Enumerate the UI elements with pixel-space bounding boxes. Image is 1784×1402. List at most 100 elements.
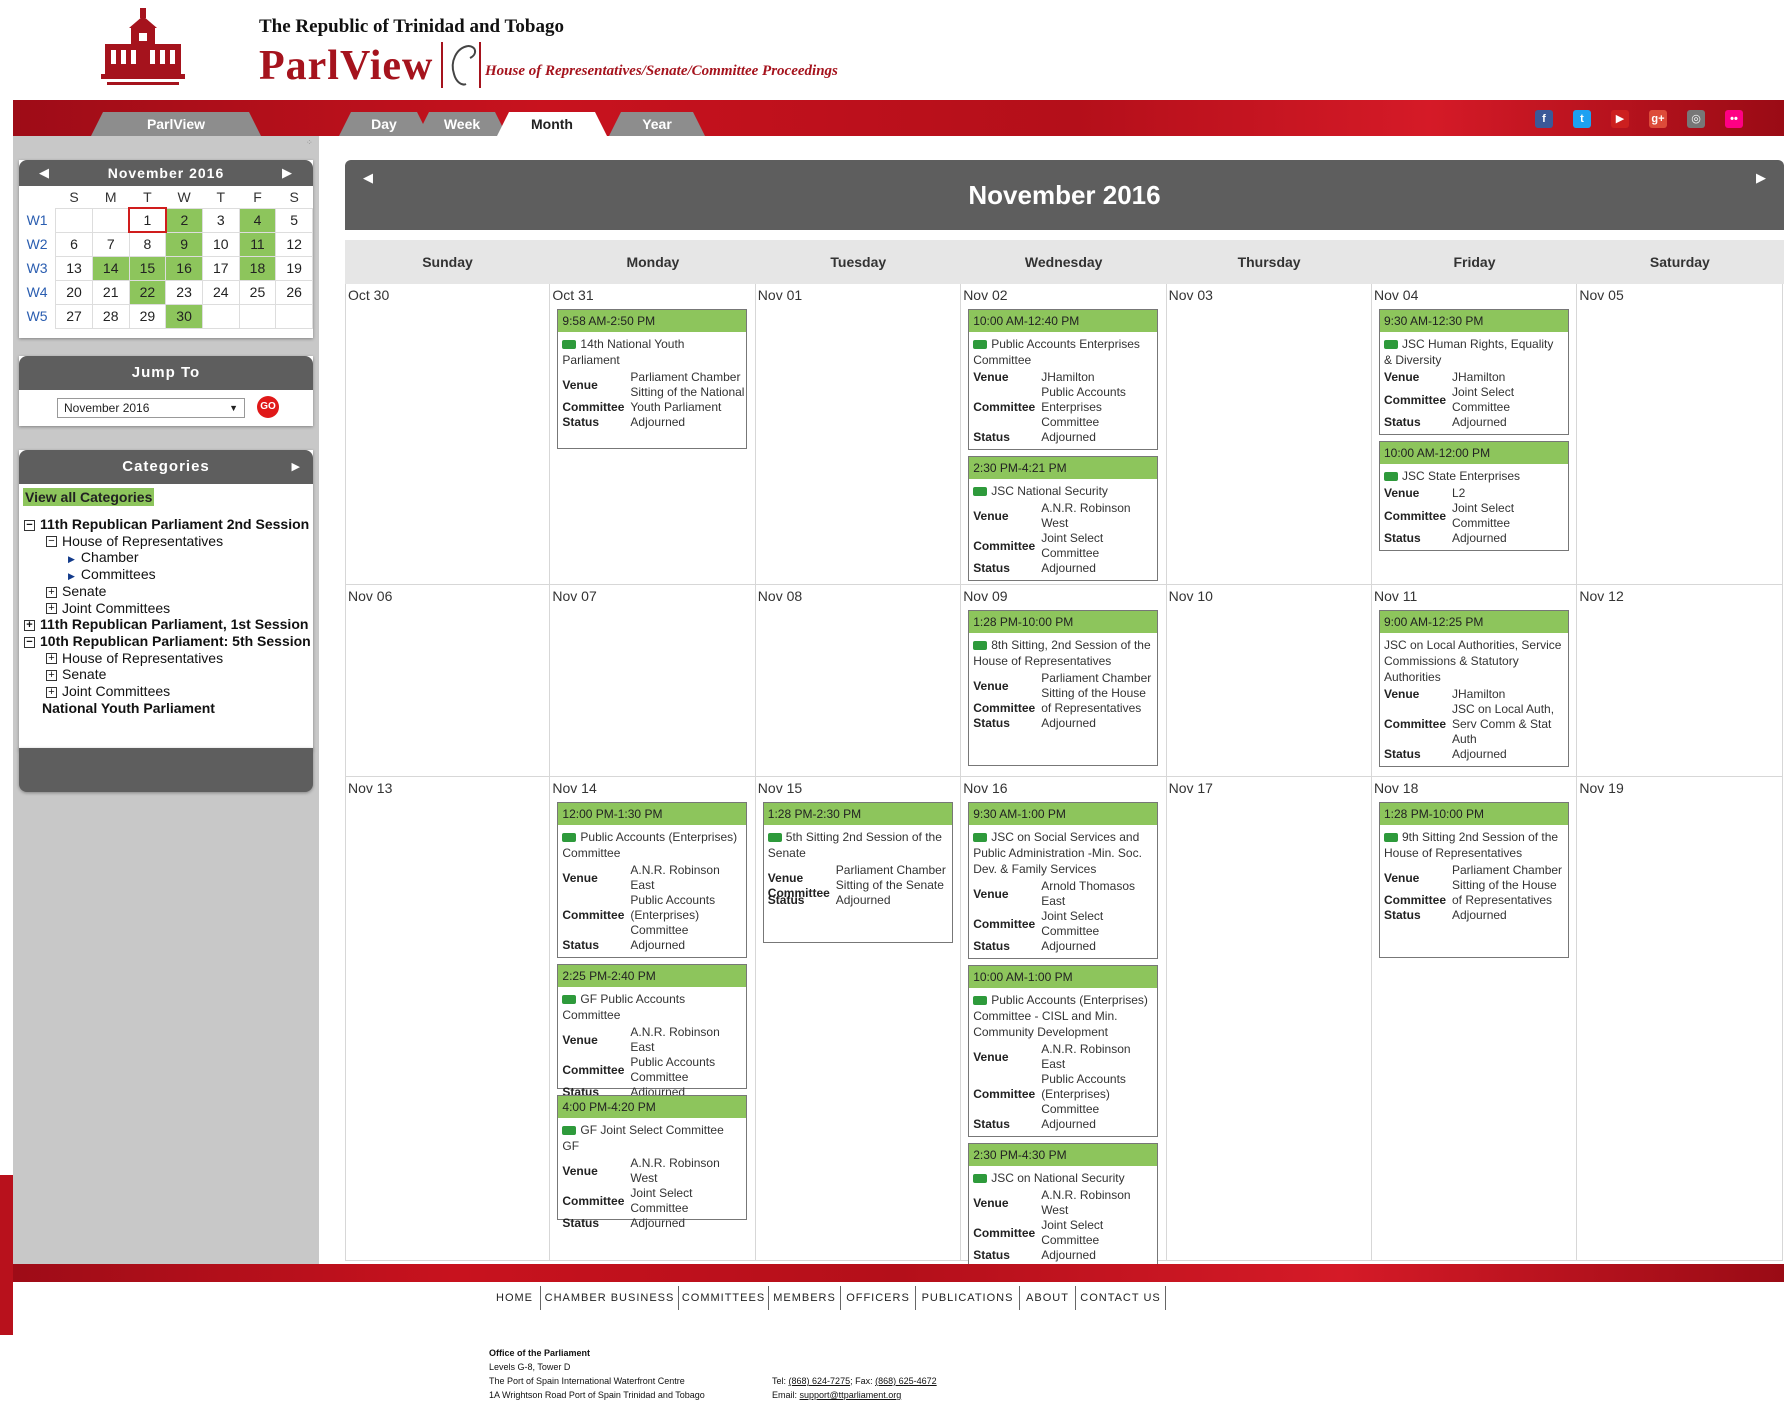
day-cell[interactable]: Nov 10 (1166, 585, 1372, 777)
day-cell[interactable]: Nov 09 1:28 PM-10:00 PM 8th Sitting, 2nd S… (961, 585, 1167, 777)
category-item[interactable]: + House of Representatives (46, 650, 223, 666)
instagram-icon[interactable]: ◎ (1687, 110, 1705, 128)
expand-box-icon[interactable]: + (46, 603, 57, 615)
event-card[interactable]: 1:28 PM-2:30 PM 5th Sitting 2nd Session o… (762, 802, 953, 943)
footer-link[interactable]: CHAMBER BUSINESS (541, 1286, 679, 1310)
mini-day[interactable]: 16 (165, 255, 203, 281)
mini-day[interactable]: 8 (128, 231, 167, 257)
event-card[interactable]: 9:30 AM-1:00 PM JSC on Social Services an… (968, 802, 1159, 959)
tab-week[interactable]: Week (417, 112, 507, 136)
day-cell[interactable]: Nov 07 (550, 585, 756, 777)
collapse-box-icon[interactable]: − (24, 636, 35, 648)
category-item[interactable]: + Joint Committees (46, 600, 170, 616)
month-select[interactable]: November 2016 ▼ (57, 398, 245, 418)
category-item[interactable]: ▶ Chamber (68, 549, 139, 565)
mini-day[interactable]: 23 (165, 279, 203, 305)
footer-link[interactable]: COMMITTEES (679, 1286, 769, 1310)
day-cell[interactable]: Nov 19 (1577, 777, 1783, 1261)
event-title[interactable]: Public Accounts (Enterprises) Committee … (969, 988, 1157, 1042)
event-card[interactable]: 2:30 PM-4:30 PM JSC on National Security V… (968, 1143, 1159, 1268)
fax-link[interactable]: (868) 625-4672 (875, 1376, 937, 1386)
event-card[interactable]: 4:00 PM-4:20 PM GF Joint Select Committee… (557, 1095, 748, 1230)
category-item[interactable]: + Joint Committees (46, 683, 170, 699)
mini-day[interactable]: 29 (128, 303, 167, 329)
week-link[interactable]: W1 (19, 208, 56, 232)
category-item[interactable]: −10th Republican Parliament: 5th Session (24, 633, 311, 649)
mini-day[interactable]: 2 (165, 207, 203, 233)
day-cell[interactable]: Nov 02 10:00 AM-12:40 PM Public Accounts E… (961, 284, 1167, 585)
day-cell[interactable]: Oct 30 (345, 284, 551, 585)
day-cell[interactable]: Nov 17 (1166, 777, 1372, 1261)
expand-box-icon[interactable]: + (46, 586, 57, 598)
mini-day[interactable]: 19 (275, 255, 313, 281)
mini-day[interactable]: 13 (55, 255, 93, 281)
twitter-icon[interactable]: t (1573, 110, 1591, 128)
mini-day[interactable]: 25 (238, 279, 277, 305)
footer-link[interactable]: CONTACT US (1076, 1286, 1166, 1310)
category-item[interactable]: ▶ Committees (68, 566, 156, 582)
event-title[interactable]: 9th Sitting 2nd Session of the House of … (1380, 825, 1568, 863)
mini-day[interactable]: 30 (165, 303, 203, 329)
mini-day[interactable]: 10 (201, 231, 240, 257)
mini-day[interactable]: 22 (128, 279, 167, 305)
footer-link[interactable]: HOME (489, 1286, 541, 1310)
event-title[interactable]: 8th Sitting, 2nd Session of the House of… (969, 633, 1157, 671)
event-title[interactable]: JSC National Security (969, 479, 1157, 501)
mini-day[interactable]: 7 (91, 231, 130, 257)
next-month-icon[interactable]: ▶ (282, 160, 293, 186)
tab-parlview[interactable]: ParlView (91, 112, 261, 136)
week-link[interactable]: W5 (19, 304, 56, 328)
expand-box-icon[interactable]: + (46, 686, 57, 698)
week-link[interactable]: W4 (19, 280, 56, 304)
email-link[interactable]: support@ttparliament.org (800, 1390, 902, 1400)
footer-link[interactable]: OFFICERS (841, 1286, 916, 1310)
week-link[interactable]: W2 (19, 232, 56, 256)
day-cell[interactable]: Oct 31 9:58 AM-2:50 PM 14th National Youth… (550, 284, 756, 585)
mini-day[interactable]: 9 (165, 231, 203, 257)
event-card[interactable]: 10:00 AM-12:00 PM JSC State Enterprises Ve… (1379, 441, 1569, 551)
category-item[interactable]: + Senate (46, 666, 106, 682)
day-cell[interactable]: Nov 04 9:30 AM-12:30 PM JSC Human Rights, … (1372, 284, 1578, 585)
day-cell[interactable]: Nov 05 (1577, 284, 1783, 585)
footer-link[interactable]: PUBLICATIONS (916, 1286, 1020, 1310)
day-cell[interactable]: Nov 11 9:00 AM-12:25 PM JSC on Local Autho… (1372, 585, 1578, 777)
footer-link[interactable]: ABOUT (1020, 1286, 1076, 1310)
expand-box-icon[interactable]: + (46, 670, 57, 682)
day-cell[interactable]: Nov 16 9:30 AM-1:00 PM JSC on Social Servi… (961, 777, 1167, 1268)
event-title[interactable]: GF Joint Select Committee GF (558, 1118, 746, 1156)
facebook-icon[interactable]: f (1535, 110, 1553, 128)
event-card[interactable]: 2:25 PM-2:40 PM GF Public Accounts Commit… (557, 964, 748, 1099)
mini-day[interactable]: 27 (55, 303, 93, 329)
googleplus-icon[interactable]: g+ (1649, 110, 1667, 128)
event-card[interactable]: 9:58 AM-2:50 PM 14th National Youth Parli… (557, 309, 748, 449)
mini-day[interactable]: 1 (128, 207, 167, 233)
day-cell[interactable]: Nov 15 1:28 PM-2:30 PM 5th Sitting 2nd Ses… (755, 777, 962, 1261)
day-cell[interactable]: Nov 06 (345, 585, 551, 777)
event-card[interactable]: 9:30 AM-12:30 PM JSC Human Rights, Equali… (1379, 309, 1569, 435)
view-all-categories-link[interactable]: View all Categories (23, 488, 155, 506)
day-cell[interactable]: Nov 18 1:28 PM-10:00 PM 9th Sitting 2nd Se… (1372, 777, 1578, 1261)
event-title[interactable]: Public Accounts Enterprises Committee (969, 332, 1157, 370)
category-item[interactable]: National Youth Parliament (24, 700, 215, 716)
mini-day[interactable]: 28 (91, 303, 130, 329)
event-card[interactable]: 10:00 AM-12:40 PM Public Accounts Enterpr… (968, 309, 1159, 450)
mini-day[interactable]: 6 (55, 231, 93, 257)
prev-month-icon[interactable]: ◀ (39, 160, 50, 186)
event-title[interactable]: Public Accounts (Enterprises) Committee (558, 825, 746, 863)
tel-link[interactable]: (868) 624-7275 (789, 1376, 851, 1386)
category-item[interactable]: + Senate (46, 583, 106, 599)
day-cell[interactable]: Nov 12 (1577, 585, 1783, 777)
day-cell[interactable]: Nov 13 (345, 777, 551, 1261)
mini-day[interactable]: 18 (238, 255, 277, 281)
event-title[interactable]: JSC State Enterprises (1380, 464, 1568, 486)
event-title[interactable]: GF Public Accounts Committee (558, 987, 746, 1025)
tab-year[interactable]: Year (609, 112, 705, 136)
category-item[interactable]: +11th Republican Parliament, 1st Session (24, 616, 308, 632)
expand-box-icon[interactable]: + (24, 619, 35, 631)
expand-box-icon[interactable]: + (46, 653, 57, 665)
day-cell[interactable]: Nov 03 (1166, 284, 1372, 585)
mini-day[interactable]: 5 (275, 207, 313, 233)
tab-day[interactable]: Day (339, 112, 429, 136)
mini-day[interactable]: 24 (201, 279, 240, 305)
event-title[interactable]: JSC Human Rights, Equality & Diversity (1380, 332, 1568, 370)
